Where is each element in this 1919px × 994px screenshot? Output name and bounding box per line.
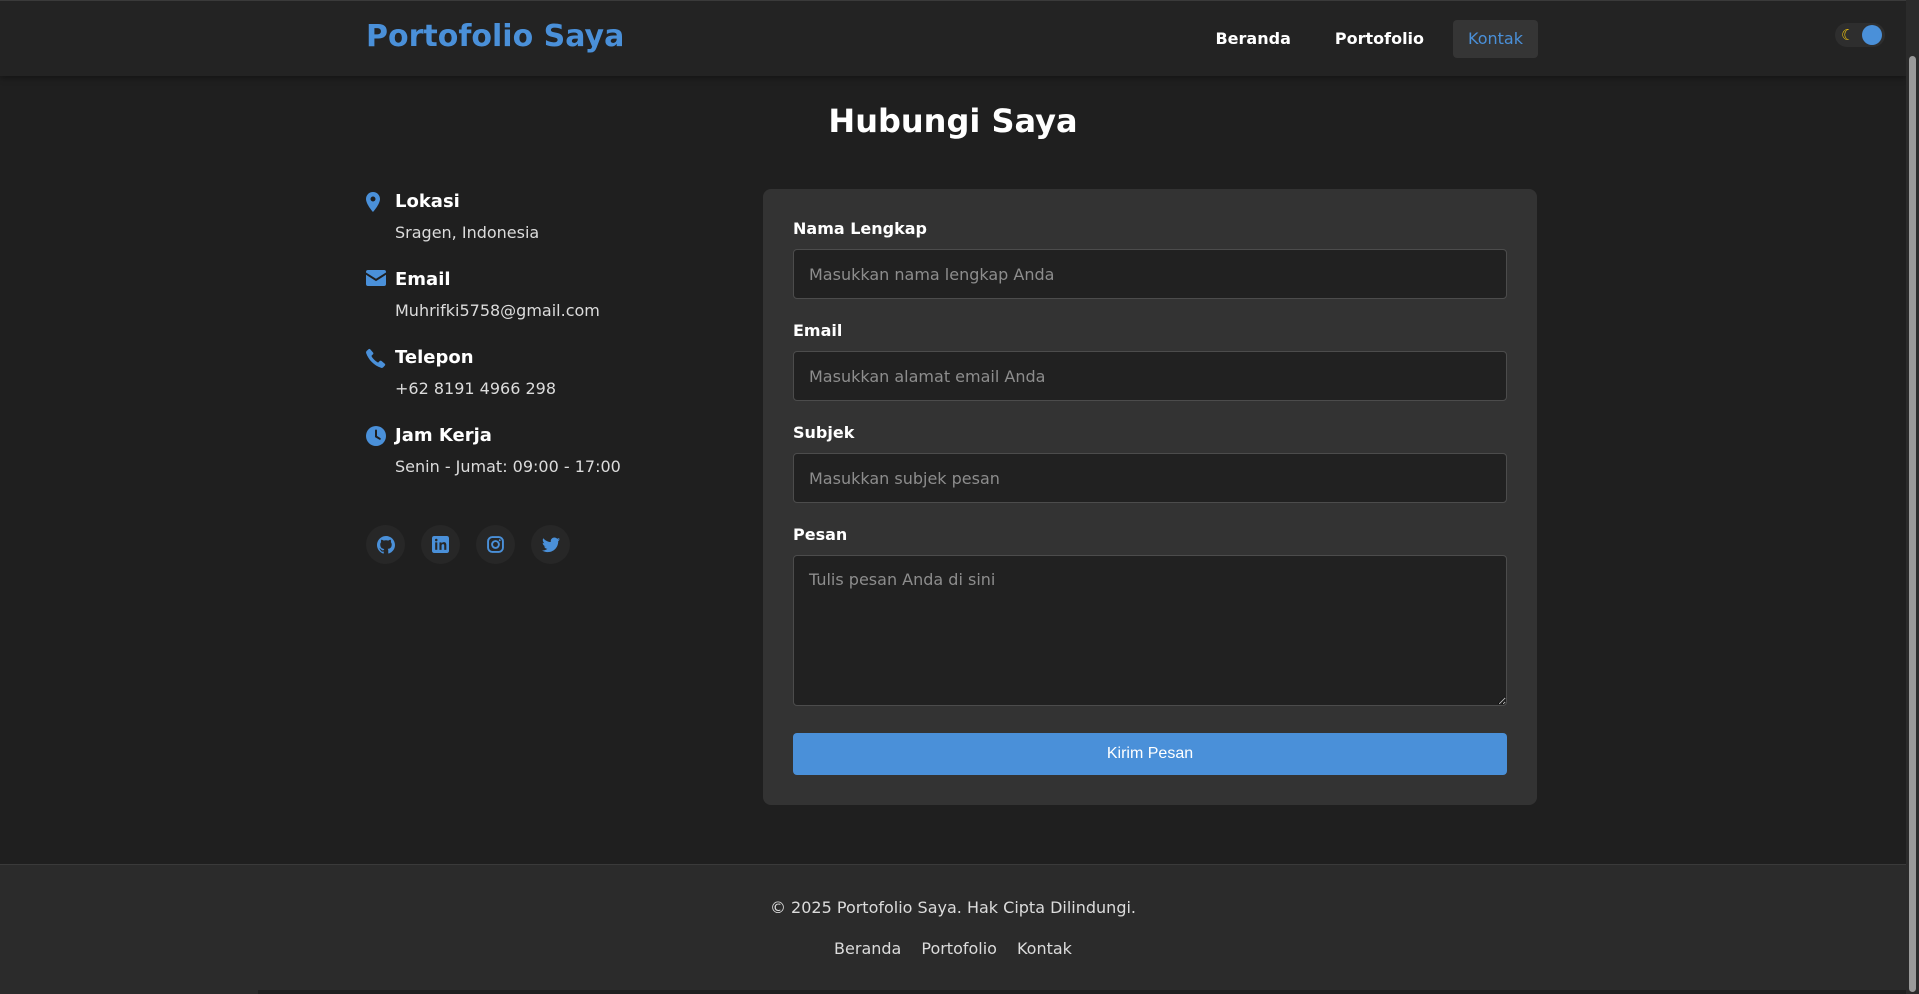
info-item-email: Email Muhrifki5758@gmail.com <box>366 268 706 322</box>
linkedin-icon[interactable] <box>421 525 460 564</box>
footer-link-beranda[interactable]: Beranda <box>834 939 901 958</box>
info-title: Email <box>395 269 451 290</box>
info-text: Sragen, Indonesia <box>395 223 540 242</box>
name-input[interactable] <box>793 249 1507 299</box>
page-scrollbar[interactable] <box>1906 0 1919 994</box>
phone-icon <box>366 346 395 400</box>
footer-link-kontak[interactable]: Kontak <box>1017 939 1072 958</box>
site-header: Portofolio Saya Beranda Portofolio Konta… <box>0 0 1906 76</box>
copyright-text: © 2025 Portofolio Saya. Hak Cipta Dilind… <box>769 898 1137 917</box>
email-input[interactable] <box>793 351 1507 401</box>
envelope-icon <box>366 268 395 322</box>
info-text: Senin - Jumat: 09:00 - 17:00 <box>395 457 621 476</box>
nav-link-kontak[interactable]: Kontak <box>1453 20 1538 58</box>
nav-link-beranda[interactable]: Beranda <box>1200 20 1305 58</box>
nav-link-portofolio[interactable]: Portofolio <box>1320 20 1439 58</box>
name-label: Nama Lengkap <box>793 219 928 238</box>
info-text: Muhrifki5758@gmail.com <box>395 301 600 320</box>
subject-label: Subjek <box>793 423 855 442</box>
page-title: Hubungi Saya <box>828 102 1078 140</box>
info-title: Lokasi <box>395 191 460 212</box>
main-nav: Beranda Portofolio Kontak <box>1200 20 1538 58</box>
site-footer: © 2025 Portofolio Saya. Hak Cipta Dilind… <box>0 864 1906 994</box>
info-title: Telepon <box>395 347 474 368</box>
footer-link-portofolio[interactable]: Portofolio <box>921 939 997 958</box>
social-links <box>366 525 570 564</box>
twitter-icon[interactable] <box>531 525 570 564</box>
submit-button[interactable]: Kirim Pesan <box>793 733 1507 775</box>
subject-input[interactable] <box>793 453 1507 503</box>
bottom-edge <box>258 990 1906 994</box>
moon-icon: ☾ <box>1841 26 1855 44</box>
message-textarea[interactable] <box>793 555 1507 706</box>
contact-form: Nama Lengkap Email Subjek Pesan Kirim Pe… <box>763 189 1537 805</box>
theme-toggle[interactable]: ☾ <box>1835 23 1885 47</box>
contact-info: Lokasi Sragen, Indonesia Email Muhrifki5… <box>366 190 706 502</box>
map-pin-icon <box>366 190 395 244</box>
github-icon[interactable] <box>366 525 405 564</box>
info-item-location: Lokasi Sragen, Indonesia <box>366 190 706 244</box>
email-label: Email <box>793 321 843 340</box>
info-item-phone: Telepon +62 8191 4966 298 <box>366 346 706 400</box>
message-label: Pesan <box>793 525 848 544</box>
clock-icon <box>366 424 395 478</box>
info-title: Jam Kerja <box>395 425 492 446</box>
info-item-hours: Jam Kerja Senin - Jumat: 09:00 - 17:00 <box>366 424 706 478</box>
info-text: +62 8191 4966 298 <box>395 379 556 398</box>
footer-nav: Beranda Portofolio Kontak <box>0 939 1906 958</box>
scrollbar-thumb[interactable] <box>1909 56 1916 992</box>
brand-logo[interactable]: Portofolio Saya <box>366 19 624 54</box>
toggle-knob <box>1862 25 1882 45</box>
instagram-icon[interactable] <box>476 525 515 564</box>
